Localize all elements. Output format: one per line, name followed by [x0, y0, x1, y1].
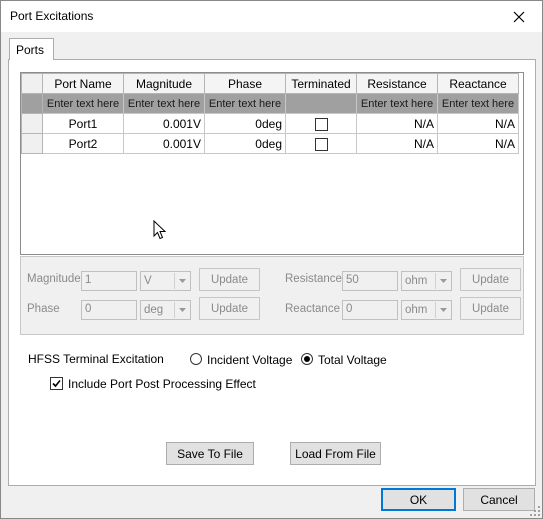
excitation-properties-panel: [20, 256, 524, 335]
phase-unit-select[interactable]: deg: [140, 300, 191, 320]
cancel-button[interactable]: Cancel: [463, 488, 535, 511]
chevron-down-icon: [435, 302, 450, 318]
reactance-input[interactable]: 0: [342, 300, 398, 320]
close-icon: [513, 11, 525, 22]
cell-reactance[interactable]: N/A: [437, 133, 519, 154]
filter-terminated: [285, 93, 357, 114]
title-bar: Port Excitations: [1, 1, 542, 32]
chevron-down-icon: [174, 273, 189, 289]
cell-reactance[interactable]: N/A: [437, 113, 519, 134]
reactance-unit-select[interactable]: ohm: [401, 300, 452, 320]
reactance-label: Reactance: [285, 303, 340, 315]
cell-phase[interactable]: 0deg: [204, 133, 286, 154]
column-header-phase[interactable]: Phase: [204, 73, 286, 94]
resistance-label: Resistance: [285, 273, 342, 285]
column-header-resistance[interactable]: Resistance: [356, 73, 438, 94]
magnitude-input[interactable]: 1: [81, 271, 137, 291]
ok-button[interactable]: OK: [381, 488, 456, 511]
cell-magnitude[interactable]: 0.001V: [123, 113, 205, 134]
cell-magnitude[interactable]: 0.001V: [123, 133, 205, 154]
filter-port-name[interactable]: Enter text here: [42, 93, 124, 114]
row-header-corner: [21, 73, 43, 94]
terminal-excitation-label: HFSS Terminal Excitation: [28, 352, 164, 366]
total-voltage-label[interactable]: Total Voltage: [318, 353, 387, 367]
window-title: Port Excitations: [10, 9, 94, 23]
phase-unit-value: deg: [144, 304, 164, 316]
cell-terminated[interactable]: [285, 113, 357, 134]
column-header-reactance[interactable]: Reactance: [437, 73, 519, 94]
cell-terminated[interactable]: [285, 133, 357, 154]
filter-magnitude[interactable]: Enter text here: [123, 93, 205, 114]
column-header-terminated[interactable]: Terminated: [285, 73, 357, 94]
phase-label: Phase: [27, 303, 60, 315]
grid-header-row: Port Name Magnitude Phase Terminated Res…: [21, 73, 519, 94]
tab-ports[interactable]: Ports: [9, 38, 54, 60]
terminated-checkbox[interactable]: [314, 117, 328, 131]
chevron-down-icon: [174, 302, 189, 318]
load-from-file-button[interactable]: Load From File: [290, 442, 381, 465]
chevron-down-icon: [435, 273, 450, 289]
magnitude-unit-value: V: [144, 275, 152, 287]
include-post-processing-label[interactable]: Include Port Post Processing Effect: [68, 377, 256, 391]
resistance-unit-select[interactable]: ohm: [401, 271, 452, 291]
grid-filter-row: Enter text here Enter text here Enter te…: [21, 93, 519, 114]
mouse-cursor-icon: [153, 220, 167, 240]
cell-port-name[interactable]: Port2: [42, 133, 124, 154]
tab-ports-label: Ports: [16, 43, 45, 57]
ports-grid: Port Name Magnitude Phase Terminated Res…: [20, 72, 524, 255]
port-excitations-dialog: Port Excitations Ports Port Name Magnitu…: [0, 0, 543, 519]
incident-voltage-label[interactable]: Incident Voltage: [207, 353, 292, 367]
close-button[interactable]: [496, 1, 542, 32]
cell-port-name[interactable]: Port1: [42, 113, 124, 134]
filter-resistance[interactable]: Enter text here: [356, 93, 438, 114]
filter-phase[interactable]: Enter text here: [204, 93, 286, 114]
resistance-input[interactable]: 50: [342, 271, 398, 291]
incident-voltage-radio[interactable]: [190, 353, 202, 365]
filter-reactance[interactable]: Enter text here: [437, 93, 519, 114]
resistance-unit-value: ohm: [405, 275, 428, 287]
cell-resistance[interactable]: N/A: [356, 113, 438, 134]
resistance-update-button[interactable]: Update: [460, 268, 521, 291]
terminated-checkbox[interactable]: [314, 137, 328, 151]
column-header-magnitude[interactable]: Magnitude: [123, 73, 205, 94]
resize-grip-icon[interactable]: [530, 506, 540, 516]
checkmark-icon: [52, 379, 61, 388]
save-to-file-button[interactable]: Save To File: [166, 442, 254, 465]
row-header[interactable]: [21, 113, 43, 134]
magnitude-update-button[interactable]: Update: [199, 268, 260, 291]
reactance-update-button[interactable]: Update: [460, 297, 521, 320]
row-header[interactable]: [21, 133, 43, 154]
column-header-port-name[interactable]: Port Name: [42, 73, 124, 94]
total-voltage-radio[interactable]: [301, 353, 313, 365]
table-row[interactable]: Port1 0.001V 0deg N/A N/A: [21, 113, 519, 134]
filter-row-header: [21, 93, 43, 114]
phase-input[interactable]: 0: [81, 300, 137, 320]
magnitude-label: Magnitude: [27, 273, 81, 285]
table-row[interactable]: Port2 0.001V 0deg N/A N/A: [21, 133, 519, 154]
phase-update-button[interactable]: Update: [199, 297, 260, 320]
reactance-unit-value: ohm: [405, 304, 428, 316]
include-post-processing-checkbox[interactable]: [50, 377, 63, 390]
magnitude-unit-select[interactable]: V: [140, 271, 191, 291]
cell-phase[interactable]: 0deg: [204, 113, 286, 134]
cell-resistance[interactable]: N/A: [356, 133, 438, 154]
